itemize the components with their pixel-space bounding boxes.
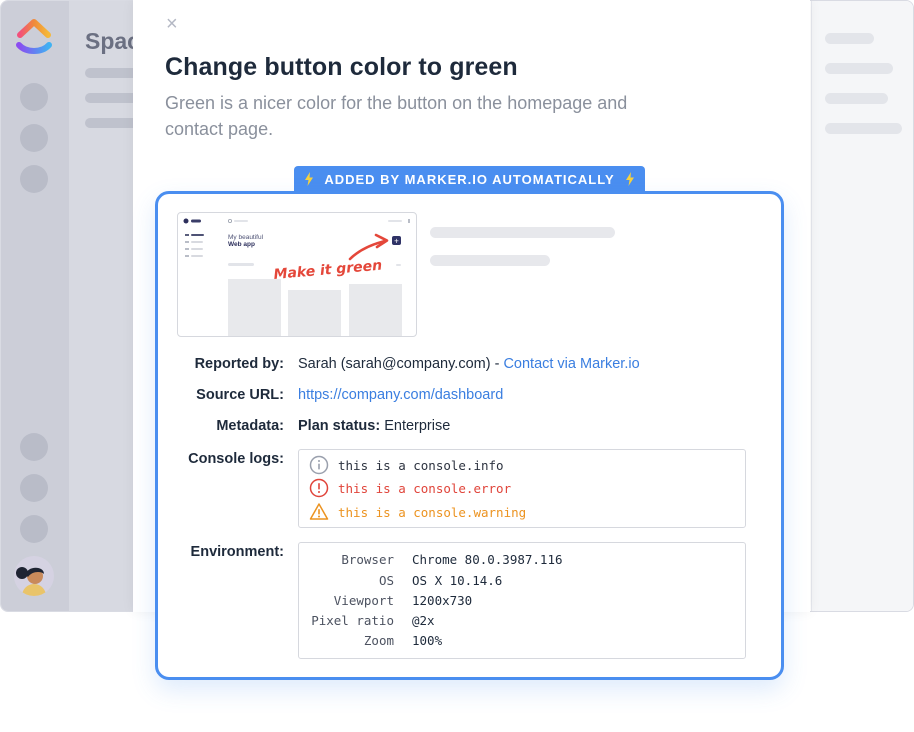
task-description: Green is a nicer color for the button on… [165,93,628,139]
reporter-text: Sarah (sarah@company.com) - [298,356,504,372]
space-title: Space [85,28,135,54]
metadata-label: Metadata: [216,418,284,434]
avatar-person-icon [16,567,46,596]
lightning-icon [305,172,313,186]
clickup-logo-icon [16,19,52,54]
env-value: Chrome 80.0.3987.116 [412,552,563,567]
source-url-link[interactable]: https://company.com/dashboard [298,387,503,403]
console-log-warning: this is a console.warning [309,502,526,522]
env-key: Pixel ratio [311,613,394,628]
placeholder-line [825,123,902,134]
placeholder-line [430,255,550,266]
metadata-value: Plan status: Enterprise [298,418,450,434]
rail-nav-item[interactable] [20,433,48,461]
stage: Space × Change button color to green Gre… [0,0,914,732]
console-error-text: this is a console.error [338,480,512,496]
env-value: @2x [412,613,435,628]
env-value: 100% [412,633,443,648]
placeholder-line [825,63,893,74]
plan-status-key: Plan status: [298,418,381,434]
plan-status-value: Enterprise [380,418,451,434]
rail-nav-item[interactable] [20,515,48,543]
env-key: Zoom [363,633,394,648]
env-value: OS X 10.14.6 [412,573,503,588]
warning-icon [309,503,329,520]
console-logs-box: this is a console.info this is a console… [298,449,746,528]
console-log-error: this is a console.error [309,478,511,498]
rail-nav-item[interactable] [20,124,48,152]
close-icon[interactable]: × [166,14,178,34]
environment-label: Environment: [190,544,284,560]
console-log-info: this is a console.info [309,455,504,475]
app-sidebar-rail [1,1,69,611]
console-info-text: this is a console.info [338,457,504,473]
env-key: Viewport [333,593,394,608]
reported-by-value: Sarah (sarah@company.com) - Contact via … [298,356,640,372]
console-warning-text: this is a console.warning [338,504,527,520]
app-right-panel [811,1,913,611]
marker-auto-badge: ADDED BY MARKER.IO AUTOMATICALLY [294,166,645,192]
mini-app-title-line1: My beautiful [228,234,264,241]
mini-add-button-symbol: + [394,236,399,245]
placeholder-line [825,33,874,44]
source-url-label: Source URL: [196,387,284,403]
mini-app-title-line2: Web app [228,241,255,248]
screenshot-thumbnail[interactable]: My beautiful Web app + Make it green [177,212,417,337]
annotation-make-it-green: Make it green [273,258,383,283]
console-logs-label: Console logs: [188,451,284,467]
rail-nav-item[interactable] [20,165,48,193]
task-title: Change button color to green [165,53,518,81]
info-icon [309,455,329,475]
rail-nav-item[interactable] [20,83,48,111]
placeholder-line [430,227,615,238]
contact-link[interactable]: Contact via Marker.io [503,356,639,372]
env-key: Browser [341,552,394,567]
placeholder-line [825,93,888,104]
badge-label: ADDED BY MARKER.IO AUTOMATICALLY [324,171,615,187]
error-icon [309,478,329,498]
mini-webapp-screenshot: My beautiful Web app + Make it green [183,218,410,336]
env-value: 1200x730 [412,593,473,608]
rail-nav-item[interactable] [20,474,48,502]
user-avatar[interactable] [14,556,54,596]
environment-box: Browser Chrome 80.0.3987.116 OS OS X 10.… [298,542,746,659]
env-key: OS [378,573,394,588]
lightning-icon [626,172,634,186]
reported-by-label: Reported by: [194,356,284,372]
